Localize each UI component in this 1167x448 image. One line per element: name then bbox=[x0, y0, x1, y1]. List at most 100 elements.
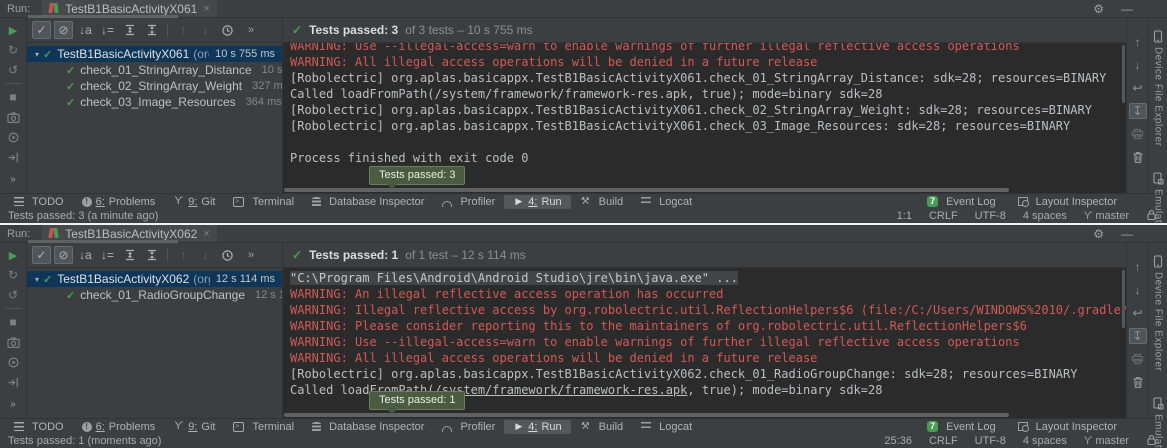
collapse-all-icon[interactable] bbox=[142, 246, 161, 264]
scroll-up-icon[interactable]: ↑ bbox=[1129, 34, 1147, 50]
toolwindow-button[interactable]: Database Inspector bbox=[303, 195, 433, 209]
toolwindow-button[interactable]: 6 Problems bbox=[73, 195, 165, 209]
import-test-results-icon[interactable] bbox=[5, 150, 21, 164]
clear-console-trash-icon[interactable] bbox=[1129, 149, 1147, 165]
git-branch-widget[interactable]: master bbox=[1084, 435, 1129, 447]
toolwindow-button[interactable]: Terminal bbox=[224, 195, 303, 209]
toolbar-more-icon[interactable]: » bbox=[248, 24, 254, 36]
expand-all-icon[interactable] bbox=[120, 21, 139, 39]
sort-alphabetically-icon[interactable]: ↓a bbox=[76, 246, 95, 264]
toolwindow-button[interactable]: Profiler bbox=[433, 420, 504, 434]
toolwindow-button[interactable]: 9 Git bbox=[164, 195, 224, 209]
expand-chevron-icon[interactable]: ▾ bbox=[31, 50, 43, 59]
test-history-clock-icon[interactable] bbox=[218, 246, 237, 264]
toolwindow-button[interactable]: Database Inspector bbox=[303, 420, 433, 434]
caret-position[interactable]: 1:1 bbox=[897, 210, 912, 222]
device-file-explorer-button[interactable]: Device File Explorer bbox=[1152, 255, 1164, 371]
clear-console-trash-icon[interactable] bbox=[1129, 374, 1147, 390]
toolwindow-button[interactable]: 9 Git bbox=[164, 420, 224, 434]
line-endings[interactable]: CRLF bbox=[929, 435, 958, 447]
scroll-down-icon[interactable]: ↓ bbox=[1129, 282, 1147, 298]
settings-gear-icon[interactable]: ⚙ bbox=[1093, 3, 1104, 15]
toolwindow-button[interactable]: 6 Problems bbox=[73, 420, 165, 434]
scroll-up-icon[interactable]: ↑ bbox=[1129, 259, 1147, 275]
more-actions-icon[interactable]: » bbox=[10, 399, 16, 410]
rerun-play-icon[interactable]: ▶ bbox=[5, 23, 21, 37]
toolwindow-button[interactable]: Layout Inspector bbox=[1009, 420, 1126, 434]
more-actions-icon[interactable]: » bbox=[10, 174, 16, 185]
test-tree-row[interactable]: ✓ check_02_StringArray_Weight 327 ms bbox=[27, 78, 282, 94]
indent-setting[interactable]: 4 spaces bbox=[1023, 210, 1067, 222]
test-tree-row[interactable]: ✓ check_01_RadioGroupChange 12 s 114 ms bbox=[27, 287, 282, 303]
show-ignored-toggle-icon[interactable]: ⊘ bbox=[54, 21, 73, 39]
soft-wrap-icon[interactable]: ↩ bbox=[1129, 80, 1147, 96]
toolwindow-button[interactable]: Logcat bbox=[632, 195, 701, 209]
screen-record-icon[interactable] bbox=[5, 130, 21, 144]
soft-wrap-icon[interactable]: ↩ bbox=[1129, 305, 1147, 321]
toolwindow-button[interactable]: Build bbox=[571, 420, 632, 434]
next-test-icon[interactable]: ↓ bbox=[196, 246, 215, 264]
caret-position[interactable]: 25:36 bbox=[884, 435, 912, 447]
test-history-clock-icon[interactable] bbox=[218, 21, 237, 39]
indent-setting[interactable]: 4 spaces bbox=[1023, 435, 1067, 447]
stop-icon[interactable]: ■ bbox=[5, 90, 21, 104]
sort-alphabetically-icon[interactable]: ↓a bbox=[76, 21, 95, 39]
expand-chevron-icon[interactable]: ▾ bbox=[31, 275, 43, 284]
scroll-to-end-icon[interactable]: ↧ bbox=[1129, 328, 1147, 344]
previous-test-icon[interactable]: ↑ bbox=[174, 21, 193, 39]
next-test-icon[interactable]: ↓ bbox=[196, 21, 215, 39]
print-icon[interactable] bbox=[1129, 351, 1147, 367]
git-branch-widget[interactable]: master bbox=[1084, 210, 1129, 222]
rerun-failed-tests-icon[interactable]: ↻ bbox=[5, 43, 21, 57]
scroll-down-icon[interactable]: ↓ bbox=[1129, 57, 1147, 73]
sort-by-duration-icon[interactable]: ↓= bbox=[98, 246, 117, 264]
sort-by-duration-icon[interactable]: ↓= bbox=[98, 21, 117, 39]
restart-icon[interactable]: ↺ bbox=[5, 63, 21, 77]
toolwindow-button[interactable]: 4 Run bbox=[504, 195, 570, 209]
readonly-lock-icon[interactable] bbox=[1146, 209, 1157, 224]
screenshot-camera-icon[interactable] bbox=[5, 335, 21, 349]
rerun-play-icon[interactable]: ▶ bbox=[5, 248, 21, 262]
collapse-all-icon[interactable] bbox=[142, 21, 161, 39]
toolbar-more-icon[interactable]: » bbox=[248, 249, 254, 261]
toolwindow-button[interactable]: Build bbox=[571, 195, 632, 209]
rerun-failed-tests-icon[interactable]: ↻ bbox=[5, 268, 21, 282]
console-vertical-scrollbar[interactable] bbox=[1122, 270, 1125, 328]
toolwindow-button[interactable]: Terminal bbox=[224, 420, 303, 434]
test-tree-row[interactable]: ✓ check_01_StringArray_Distance 10 s 64 … bbox=[27, 62, 282, 78]
show-passed-toggle-icon[interactable]: ✓ bbox=[32, 21, 51, 39]
settings-gear-icon[interactable]: ⚙ bbox=[1093, 228, 1104, 240]
test-tree-row[interactable]: ▾ ✓ TestB1BasicActivityX061 (org.aplas.t… bbox=[27, 46, 282, 62]
toolwindow-button[interactable]: Layout Inspector bbox=[1009, 195, 1126, 209]
toolwindow-button[interactable]: Logcat bbox=[632, 420, 701, 434]
device-file-explorer-button[interactable]: Device File Explorer bbox=[1152, 30, 1164, 146]
toolwindow-button[interactable]: TODO bbox=[5, 420, 73, 434]
previous-test-icon[interactable]: ↑ bbox=[174, 246, 193, 264]
test-tree-row[interactable]: ✓ check_03_Image_Resources 364 ms bbox=[27, 94, 282, 110]
file-encoding[interactable]: UTF-8 bbox=[975, 210, 1006, 222]
screen-record-icon[interactable] bbox=[5, 355, 21, 369]
test-tree-row[interactable]: ▾ ✓ TestB1BasicActivityX062 (org.aplas.t… bbox=[27, 271, 282, 287]
screenshot-camera-icon[interactable] bbox=[5, 110, 21, 124]
show-ignored-toggle-icon[interactable]: ⊘ bbox=[54, 246, 73, 264]
expand-all-icon[interactable] bbox=[120, 246, 139, 264]
console-vertical-scrollbar[interactable] bbox=[1122, 45, 1125, 103]
hide-window-icon[interactable]: — bbox=[1121, 228, 1133, 240]
hide-window-icon[interactable]: — bbox=[1121, 3, 1133, 15]
close-tab-icon[interactable]: × bbox=[203, 228, 209, 240]
file-encoding[interactable]: UTF-8 bbox=[975, 435, 1006, 447]
show-passed-toggle-icon[interactable]: ✓ bbox=[32, 246, 51, 264]
print-icon[interactable] bbox=[1129, 126, 1147, 142]
readonly-lock-icon[interactable] bbox=[1146, 434, 1157, 448]
toolwindow-button[interactable]: 4 Run bbox=[504, 420, 570, 434]
close-tab-icon[interactable]: × bbox=[203, 3, 209, 15]
toolwindow-button[interactable]: Profiler bbox=[433, 195, 504, 209]
stop-icon[interactable]: ■ bbox=[5, 315, 21, 329]
toolwindow-button[interactable]: 7 Event Log bbox=[918, 195, 1005, 209]
import-test-results-icon[interactable] bbox=[5, 375, 21, 389]
toolwindow-button[interactable]: TODO bbox=[5, 195, 73, 209]
scroll-to-end-icon[interactable]: ↧ bbox=[1129, 103, 1147, 119]
line-endings[interactable]: CRLF bbox=[929, 210, 958, 222]
toolwindow-button[interactable]: 7 Event Log bbox=[918, 420, 1005, 434]
restart-icon[interactable]: ↺ bbox=[5, 288, 21, 302]
